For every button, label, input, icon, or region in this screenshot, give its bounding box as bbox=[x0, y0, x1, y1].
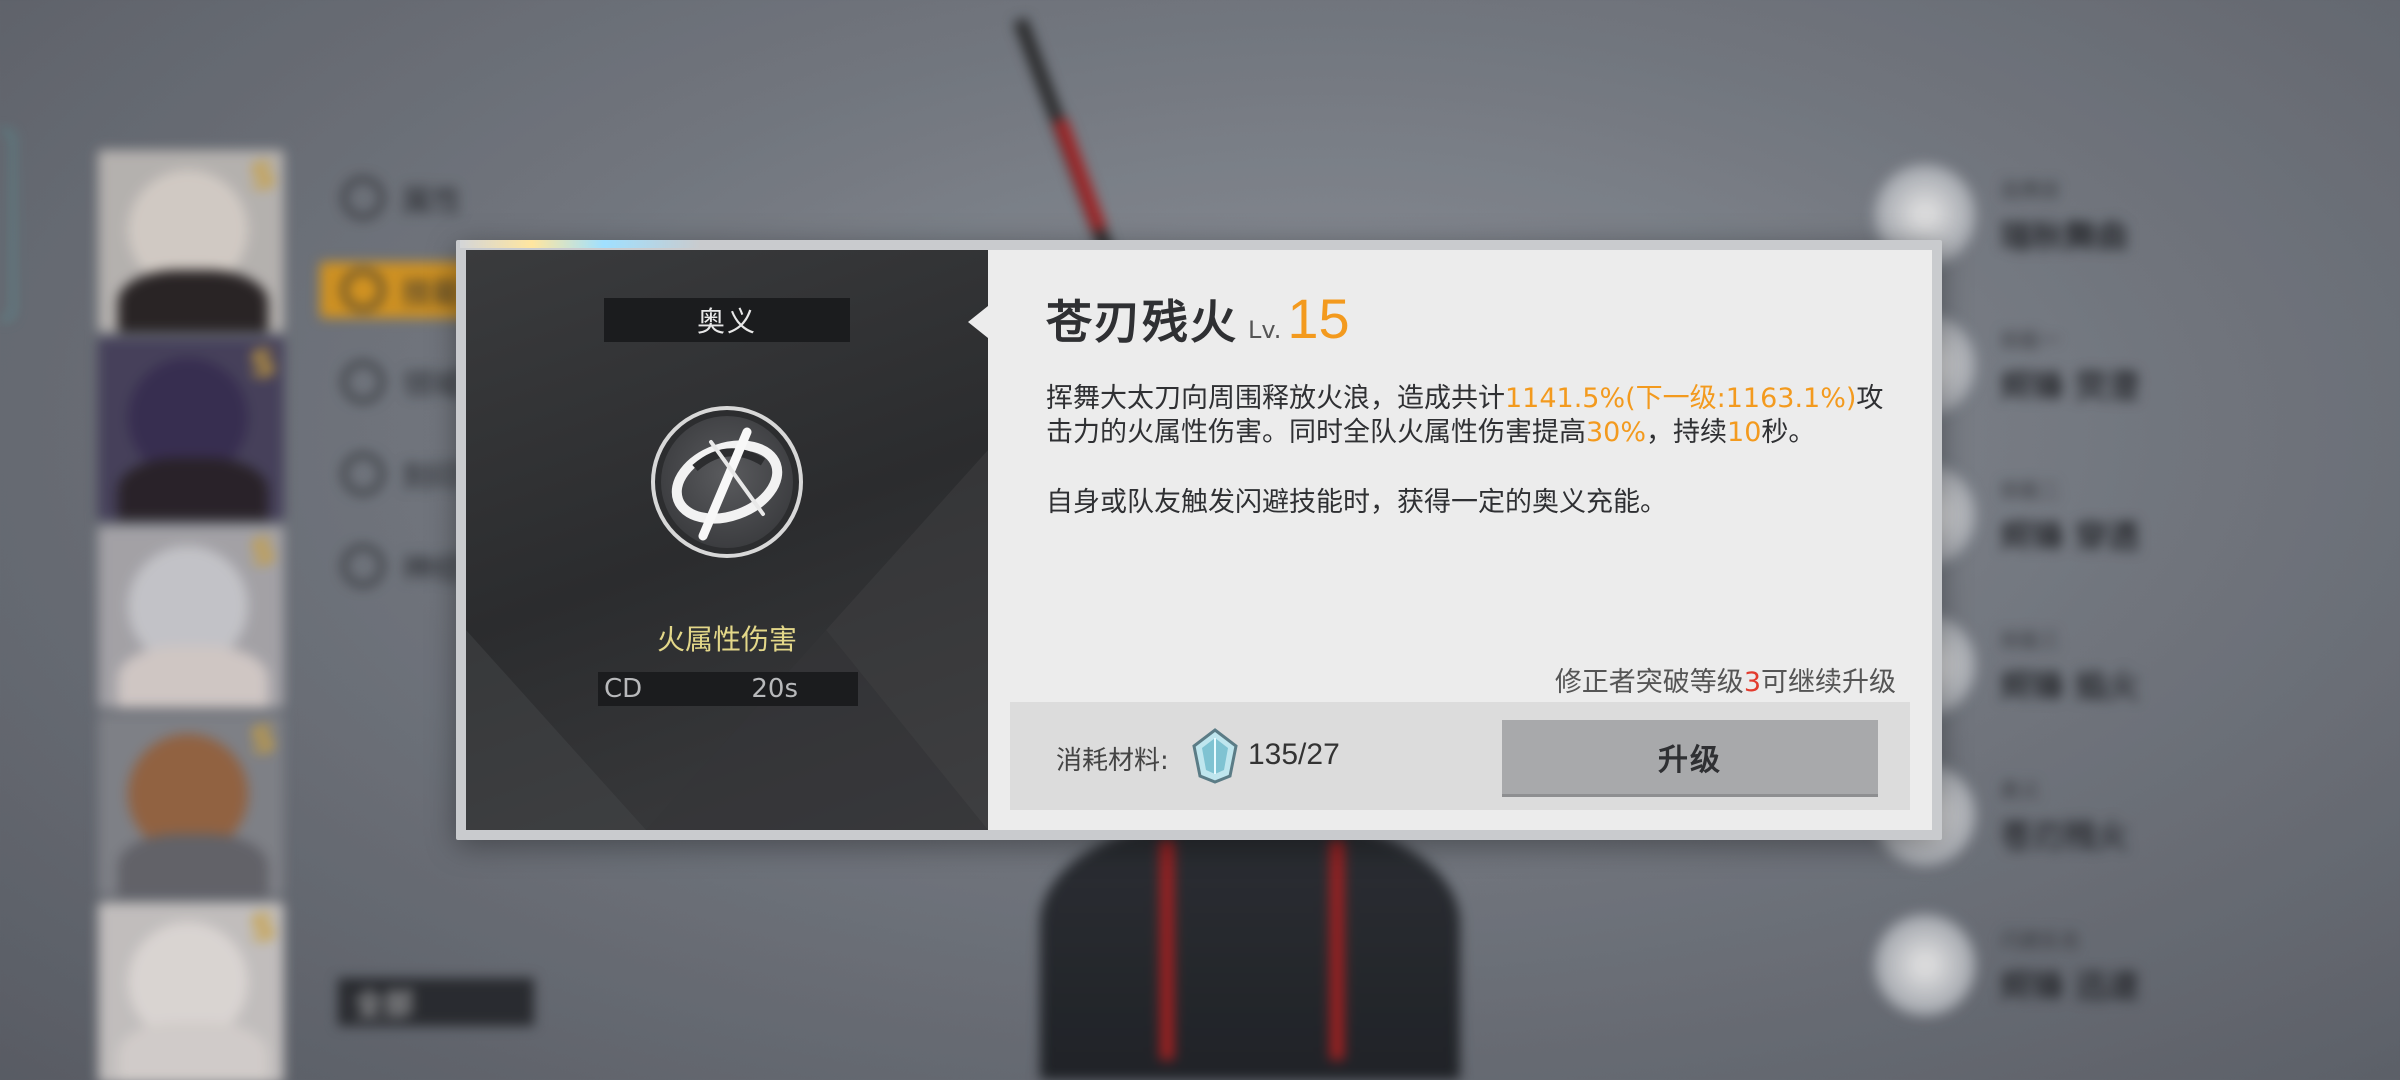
desc-text: 秒。 bbox=[1761, 417, 1816, 448]
note-suffix: 可继续升级 bbox=[1761, 667, 1896, 698]
desc-text: ，持续 bbox=[1646, 417, 1728, 448]
skill-title-row: 苍刃残火 Lv. 15 bbox=[1046, 286, 1350, 352]
damage-type-label: 火属性伤害 bbox=[656, 623, 797, 656]
skill-title: 苍刃残火 bbox=[1046, 295, 1238, 349]
crystal-material-icon[interactable] bbox=[1190, 728, 1240, 784]
level-value: 15 bbox=[1287, 287, 1350, 350]
skill-category-tag: 奥义 bbox=[604, 298, 850, 342]
desc-text: 挥舞大太刀向周围释放火浪，造成共计 bbox=[1046, 383, 1505, 414]
required-breakthrough-level: 3 bbox=[1743, 667, 1761, 698]
skill-overview-panel: 奥义 火属性伤害 CD 20s bbox=[466, 250, 988, 830]
upgrade-cost-bar: 消耗材料: 135/27 升级 bbox=[1010, 702, 1910, 810]
note-prefix: 修正者突破等级 bbox=[1554, 667, 1744, 698]
modal-shine-accent bbox=[460, 240, 700, 248]
cooldown-value: 20s bbox=[751, 674, 798, 704]
upgrade-requirement-note: 修正者突破等级3可继续升级 bbox=[1555, 660, 1896, 699]
duration-value: 10 bbox=[1727, 417, 1762, 448]
skill-description: 挥舞大太刀向周围释放火浪，造成共计1141.5%(下一级:1163.1%)攻击力… bbox=[1046, 382, 1886, 450]
buff-value: 30% bbox=[1586, 417, 1647, 448]
skill-description-secondary: 自身或队友触发闪避技能时，获得一定的奥义充能。 bbox=[1046, 487, 1667, 518]
skill-detail-modal: 奥义 火属性伤害 CD 20s 苍刃残火 Lv. 15 挥舞大太刀向周围释放火浪… bbox=[456, 240, 1942, 840]
level-label: Lv. bbox=[1248, 316, 1282, 344]
ultimate-skill-icon bbox=[651, 406, 803, 558]
cost-label: 消耗材料: bbox=[1056, 746, 1169, 776]
upgrade-button[interactable]: 升级 bbox=[1502, 720, 1878, 794]
panel-pointer bbox=[968, 306, 988, 338]
damage-multiplier: 1141.5%(下一级:1163.1%) bbox=[1505, 383, 1857, 414]
cooldown-label: CD bbox=[604, 674, 643, 704]
cooldown-bar: CD 20s bbox=[598, 672, 858, 706]
material-count: 135/27 bbox=[1248, 738, 1340, 771]
skill-description-panel: 苍刃残火 Lv. 15 挥舞大太刀向周围释放火浪，造成共计1141.5%(下一级… bbox=[968, 250, 1932, 830]
